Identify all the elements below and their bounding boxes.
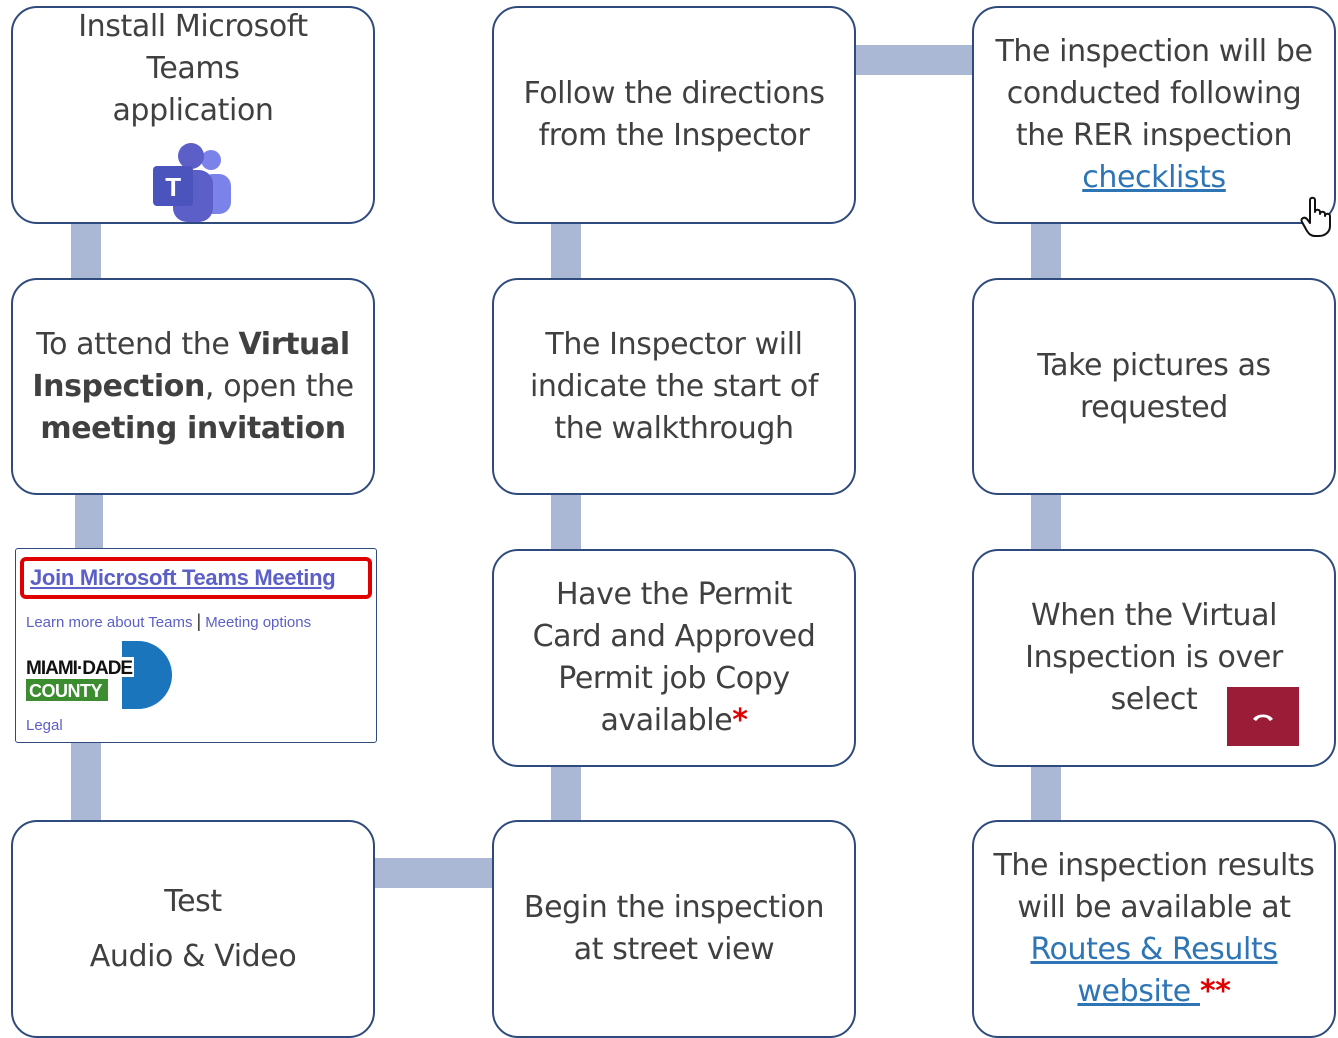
follow-text: Follow the directions from the Inspector: [523, 76, 825, 153]
meeting-invitation-preview: Join Microsoft Teams Meeting Learn more …: [15, 548, 377, 743]
routes-results-website-link[interactable]: Routes & Results website: [1030, 932, 1278, 1009]
microsoft-teams-icon: T: [153, 143, 231, 222]
step-permit-card: Have the Permit Card and Approved Permit…: [492, 549, 856, 767]
step-test-audio-video: Test Audio & Video: [11, 820, 375, 1038]
results-asterisks: **: [1199, 974, 1231, 1009]
connector-col1-mid: [75, 493, 103, 551]
conducted-text: The inspection will be conducted followi…: [995, 34, 1313, 153]
permit-asterisk: *: [732, 703, 748, 738]
checklists-link[interactable]: checklists: [1082, 160, 1226, 195]
connector-col3-bottom: [1031, 765, 1061, 823]
phone-hangup-icon: [1253, 714, 1273, 721]
connector-col3-mid: [1031, 493, 1061, 551]
step-install-teams: Install Microsoft Teams application T: [11, 6, 375, 224]
step-follow-directions: Follow the directions from the Inspector: [492, 6, 856, 224]
hand-pointer-icon: [1300, 196, 1331, 237]
step-take-pictures: Take pictures as requested: [972, 278, 1336, 495]
step-install-teams-text: Install Microsoft Teams application: [78, 9, 308, 128]
svg-text:T: T: [165, 172, 181, 202]
step-begin-inspection: Begin the inspection at street view: [492, 820, 856, 1038]
connector-row-top: [854, 45, 974, 75]
connector-row-bottom: [374, 858, 494, 888]
begin-text: Begin the inspection at street view: [523, 890, 825, 967]
connector-col2-bottom: [551, 765, 581, 823]
learn-more-link[interactable]: Learn more about Teams: [26, 614, 193, 631]
meeting-options-link[interactable]: Meeting options: [205, 614, 311, 631]
step-inspection-results: The inspection results will be available…: [972, 820, 1336, 1038]
test-line-1: Test: [164, 883, 222, 919]
walkthrough-text: The Inspector will indicate the start of…: [529, 326, 819, 446]
pictures-text: Take pictures as requested: [1037, 347, 1271, 425]
logo-text-county: COUNTY: [29, 681, 102, 701]
join-link-highlight: Join Microsoft Teams Meeting: [20, 557, 372, 599]
invite-links-row: Learn more about Teams | Meeting options: [26, 611, 311, 632]
join-teams-meeting-link[interactable]: Join Microsoft Teams Meeting: [30, 565, 336, 591]
end-call-button[interactable]: [1227, 687, 1299, 746]
connector-col1-top: [71, 222, 101, 280]
step-attend-inspection: To attend the Virtual Inspection, open t…: [11, 278, 375, 495]
miami-dade-county-logo: MIAMI·DADE COUNTY: [26, 641, 172, 709]
connector-col2-mid: [551, 493, 581, 551]
step-inspection-conducted: The inspection will be conducted followi…: [972, 6, 1336, 224]
connector-col1-bottom: [71, 743, 101, 823]
test-line-2: Audio & Video: [89, 939, 297, 974]
logo-text-miami-dade: MIAMI·DADE: [26, 658, 132, 679]
attend-text-meeting-invitation: meeting invitation: [40, 410, 346, 446]
link-separator: |: [196, 611, 202, 631]
step-walkthrough-start: The Inspector will indicate the start of…: [492, 278, 856, 495]
connector-col2-top: [551, 222, 581, 280]
attend-text-mid: , open the: [204, 368, 354, 404]
attend-text-pre: To attend the: [36, 326, 239, 362]
permit-text: Have the Permit Card and Approved Permit…: [532, 577, 816, 738]
legal-link[interactable]: Legal: [26, 717, 63, 734]
connector-col3-top: [1031, 222, 1061, 280]
results-text: The inspection results will be available…: [993, 848, 1315, 925]
